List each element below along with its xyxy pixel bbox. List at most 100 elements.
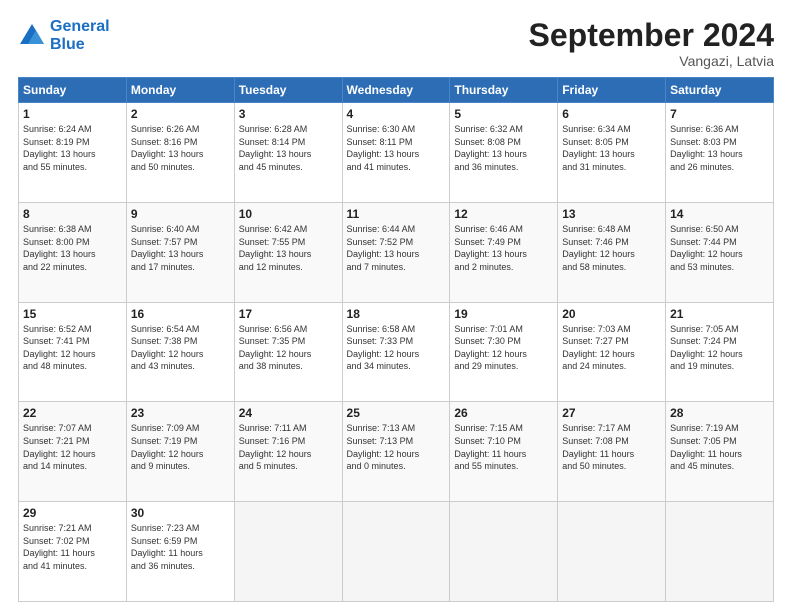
day-number: 30	[131, 506, 230, 520]
day-info: Sunrise: 6:50 AM Sunset: 7:44 PM Dayligh…	[670, 223, 769, 273]
day-number: 11	[347, 207, 446, 221]
day-info: Sunrise: 7:17 AM Sunset: 7:08 PM Dayligh…	[562, 422, 661, 472]
day-info: Sunrise: 6:30 AM Sunset: 8:11 PM Dayligh…	[347, 123, 446, 173]
calendar-cell: 24 Sunrise: 7:11 AM Sunset: 7:16 PM Dayli…	[234, 402, 342, 502]
day-number: 18	[347, 307, 446, 321]
calendar-cell: 23 Sunrise: 7:09 AM Sunset: 7:19 PM Dayli…	[126, 402, 234, 502]
day-number: 3	[239, 107, 338, 121]
col-sunday: Sunday	[19, 78, 127, 103]
calendar-header-row: Sunday Monday Tuesday Wednesday Thursday…	[19, 78, 774, 103]
day-info: Sunrise: 7:23 AM Sunset: 6:59 PM Dayligh…	[131, 522, 230, 572]
day-info: Sunrise: 7:15 AM Sunset: 7:10 PM Dayligh…	[454, 422, 553, 472]
logo-icon	[18, 22, 46, 50]
col-wednesday: Wednesday	[342, 78, 450, 103]
calendar-cell: 17Sunrise: 6:56 AM Sunset: 7:35 PM Dayli…	[234, 302, 342, 402]
header: General Blue September 2024 Vangazi, Lat…	[18, 18, 774, 69]
calendar-cell: 2 Sunrise: 6:26 AM Sunset: 8:16 PM Daylig…	[126, 103, 234, 203]
day-number: 13	[562, 207, 661, 221]
calendar-cell: 19 Sunrise: 7:01 AM Sunset: 7:30 PM Dayli…	[450, 302, 558, 402]
day-number: 24	[239, 406, 338, 420]
calendar-cell: 16Sunrise: 6:54 AM Sunset: 7:38 PM Dayli…	[126, 302, 234, 402]
day-number: 23	[131, 406, 230, 420]
day-info: Sunrise: 7:19 AM Sunset: 7:05 PM Dayligh…	[670, 422, 769, 472]
col-tuesday: Tuesday	[234, 78, 342, 103]
month-title: September 2024	[529, 18, 774, 53]
day-info: Sunrise: 7:05 AM Sunset: 7:24 PM Dayligh…	[670, 323, 769, 373]
day-info: Sunrise: 7:09 AM Sunset: 7:19 PM Dayligh…	[131, 422, 230, 472]
calendar-cell: 28 Sunrise: 7:19 AM Sunset: 7:05 PM Dayli…	[666, 402, 774, 502]
day-info: Sunrise: 6:44 AM Sunset: 7:52 PM Dayligh…	[347, 223, 446, 273]
calendar-cell	[450, 502, 558, 602]
location: Vangazi, Latvia	[529, 53, 774, 69]
page: General Blue September 2024 Vangazi, Lat…	[0, 0, 792, 612]
day-number: 21	[670, 307, 769, 321]
day-info: Sunrise: 6:26 AM Sunset: 8:16 PM Dayligh…	[131, 123, 230, 173]
day-number: 19	[454, 307, 553, 321]
calendar-cell: 1 Sunrise: 6:24 AM Sunset: 8:19 PM Daylig…	[19, 103, 127, 203]
day-info: Sunrise: 6:58 AM Sunset: 7:33 PM Dayligh…	[347, 323, 446, 373]
day-number: 6	[562, 107, 661, 121]
day-info: Sunrise: 6:42 AM Sunset: 7:55 PM Dayligh…	[239, 223, 338, 273]
calendar-cell	[558, 502, 666, 602]
day-number: 22	[23, 406, 122, 420]
calendar-cell: 5 Sunrise: 6:32 AM Sunset: 8:08 PM Daylig…	[450, 103, 558, 203]
calendar-cell: 8 Sunrise: 6:38 AM Sunset: 8:00 PM Daylig…	[19, 202, 127, 302]
calendar-cell: 4 Sunrise: 6:30 AM Sunset: 8:11 PM Daylig…	[342, 103, 450, 203]
calendar-cell: 26 Sunrise: 7:15 AM Sunset: 7:10 PM Dayli…	[450, 402, 558, 502]
day-number: 20	[562, 307, 661, 321]
day-number: 27	[562, 406, 661, 420]
calendar-cell: 11 Sunrise: 6:44 AM Sunset: 7:52 PM Dayli…	[342, 202, 450, 302]
logo-text: General Blue	[50, 18, 110, 53]
calendar: Sunday Monday Tuesday Wednesday Thursday…	[18, 77, 774, 602]
day-number: 26	[454, 406, 553, 420]
calendar-cell	[666, 502, 774, 602]
calendar-cell: 18 Sunrise: 6:58 AM Sunset: 7:33 PM Dayli…	[342, 302, 450, 402]
day-info: Sunrise: 7:13 AM Sunset: 7:13 PM Dayligh…	[347, 422, 446, 472]
day-info: Sunrise: 6:48 AM Sunset: 7:46 PM Dayligh…	[562, 223, 661, 273]
day-number: 14	[670, 207, 769, 221]
calendar-cell	[342, 502, 450, 602]
calendar-cell: 7Sunrise: 6:36 AM Sunset: 8:03 PM Daylig…	[666, 103, 774, 203]
calendar-cell: 3 Sunrise: 6:28 AM Sunset: 8:14 PM Daylig…	[234, 103, 342, 203]
day-number: 5	[454, 107, 553, 121]
logo: General Blue	[18, 18, 110, 53]
day-number: 2	[131, 107, 230, 121]
day-number: 1	[23, 107, 122, 121]
day-info: Sunrise: 6:28 AM Sunset: 8:14 PM Dayligh…	[239, 123, 338, 173]
day-info: Sunrise: 6:38 AM Sunset: 8:00 PM Dayligh…	[23, 223, 122, 273]
day-info: Sunrise: 6:40 AM Sunset: 7:57 PM Dayligh…	[131, 223, 230, 273]
calendar-cell: 21 Sunrise: 7:05 AM Sunset: 7:24 PM Dayli…	[666, 302, 774, 402]
calendar-cell: 14 Sunrise: 6:50 AM Sunset: 7:44 PM Dayli…	[666, 202, 774, 302]
day-number: 10	[239, 207, 338, 221]
day-info: Sunrise: 6:32 AM Sunset: 8:08 PM Dayligh…	[454, 123, 553, 173]
day-info: Sunrise: 7:11 AM Sunset: 7:16 PM Dayligh…	[239, 422, 338, 472]
calendar-cell: 30 Sunrise: 7:23 AM Sunset: 6:59 PM Dayli…	[126, 502, 234, 602]
day-number: 7	[670, 107, 769, 121]
col-saturday: Saturday	[666, 78, 774, 103]
calendar-cell: 15 Sunrise: 6:52 AM Sunset: 7:41 PM Dayli…	[19, 302, 127, 402]
calendar-cell: 6Sunrise: 6:34 AM Sunset: 8:05 PM Daylig…	[558, 103, 666, 203]
day-info: Sunrise: 7:21 AM Sunset: 7:02 PM Dayligh…	[23, 522, 122, 572]
calendar-cell: 27 Sunrise: 7:17 AM Sunset: 7:08 PM Dayli…	[558, 402, 666, 502]
calendar-cell: 12Sunrise: 6:46 AM Sunset: 7:49 PM Dayli…	[450, 202, 558, 302]
calendar-week-1: 1 Sunrise: 6:24 AM Sunset: 8:19 PM Daylig…	[19, 103, 774, 203]
day-info: Sunrise: 6:24 AM Sunset: 8:19 PM Dayligh…	[23, 123, 122, 173]
day-info: Sunrise: 6:54 AM Sunset: 7:38 PM Dayligh…	[131, 323, 230, 373]
day-info: Sunrise: 7:01 AM Sunset: 7:30 PM Dayligh…	[454, 323, 553, 373]
day-number: 29	[23, 506, 122, 520]
col-friday: Friday	[558, 78, 666, 103]
calendar-cell: 13 Sunrise: 6:48 AM Sunset: 7:46 PM Dayli…	[558, 202, 666, 302]
calendar-cell: 22Sunrise: 7:07 AM Sunset: 7:21 PM Dayli…	[19, 402, 127, 502]
day-info: Sunrise: 7:03 AM Sunset: 7:27 PM Dayligh…	[562, 323, 661, 373]
calendar-week-5: 29 Sunrise: 7:21 AM Sunset: 7:02 PM Dayli…	[19, 502, 774, 602]
calendar-cell	[234, 502, 342, 602]
day-number: 8	[23, 207, 122, 221]
day-number: 9	[131, 207, 230, 221]
day-number: 28	[670, 406, 769, 420]
title-block: September 2024 Vangazi, Latvia	[529, 18, 774, 69]
day-info: Sunrise: 6:52 AM Sunset: 7:41 PM Dayligh…	[23, 323, 122, 373]
day-number: 15	[23, 307, 122, 321]
calendar-cell: 9 Sunrise: 6:40 AM Sunset: 7:57 PM Daylig…	[126, 202, 234, 302]
calendar-cell: 10 Sunrise: 6:42 AM Sunset: 7:55 PM Dayli…	[234, 202, 342, 302]
day-number: 4	[347, 107, 446, 121]
